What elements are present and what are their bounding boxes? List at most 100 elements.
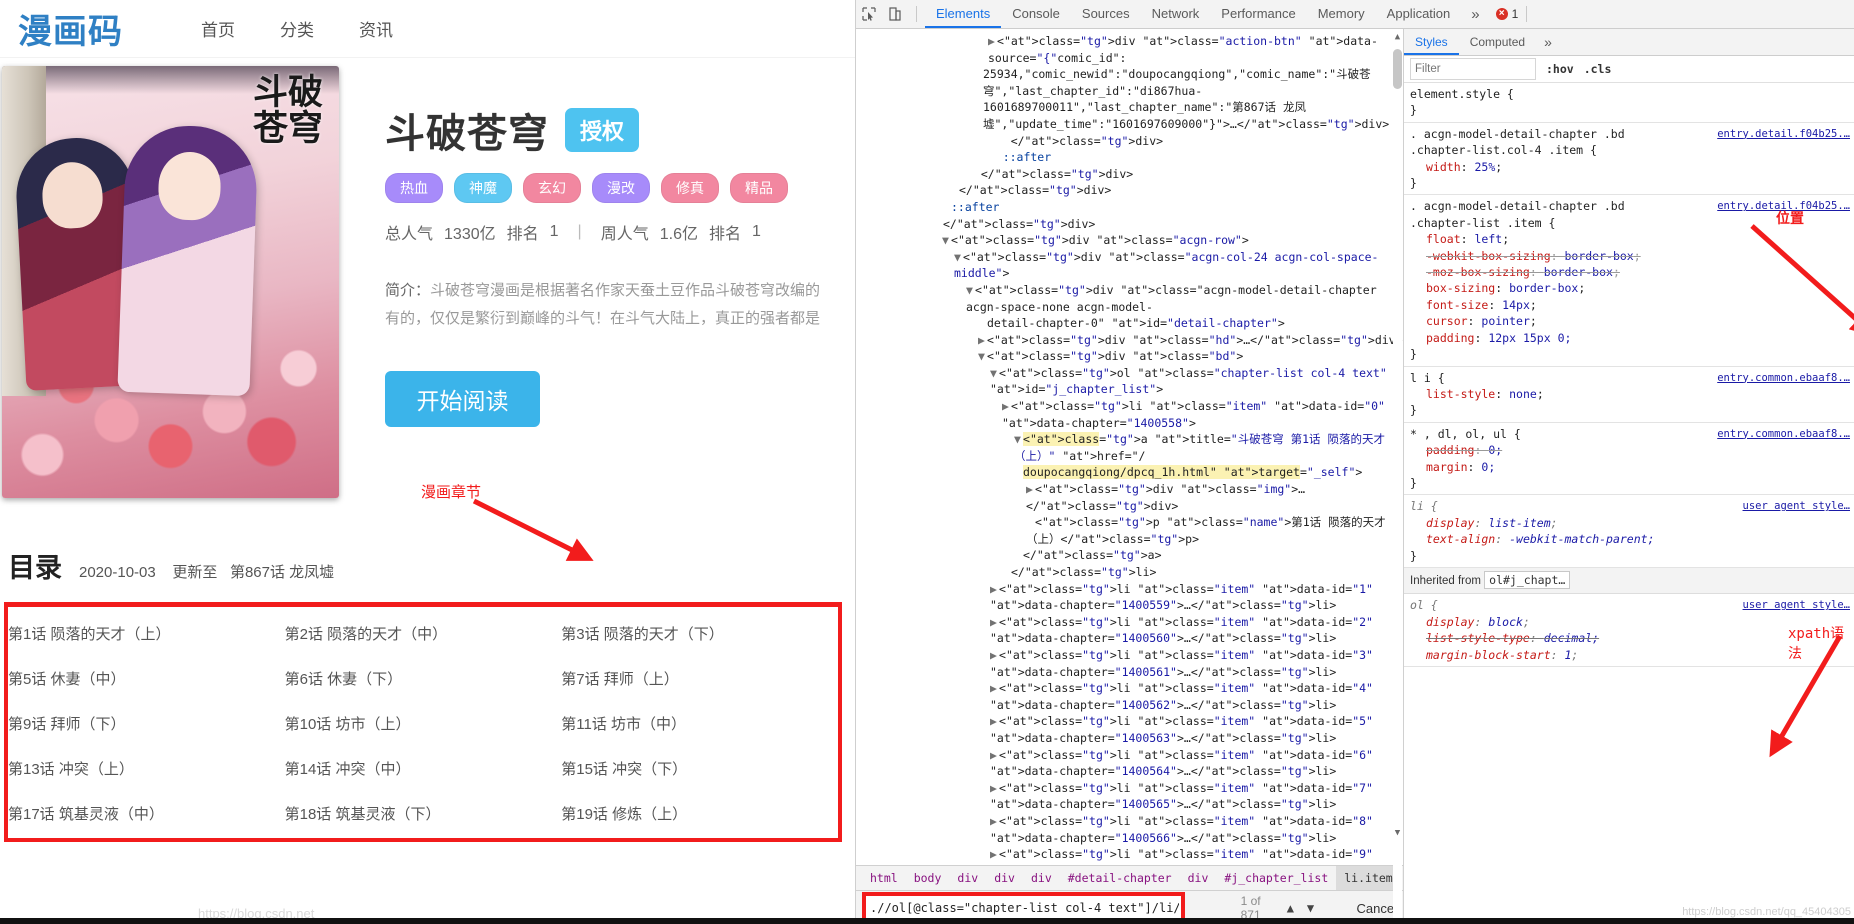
comic-cover-image[interactable]: 斗破苍穹 (2, 66, 339, 498)
more-tabs-icon[interactable]: » (1461, 6, 1489, 23)
tab-sources[interactable]: Sources (1071, 0, 1141, 28)
tab-memory[interactable]: Memory (1307, 0, 1376, 28)
cover-title-text: 斗破苍穹 (252, 73, 323, 149)
styles-more-icon[interactable]: » (1536, 34, 1560, 50)
cover-character-right (117, 123, 259, 397)
catalog-date: 2020-10-03 (79, 564, 156, 581)
breadcrumb-j_chapter_list[interactable]: #j_chapter_list (1216, 866, 1336, 890)
dom-tree[interactable]: ▶ <"at">class="tg">div "at">class="action… (856, 29, 1403, 865)
breadcrumb-detail-chapter[interactable]: #detail-chapter (1060, 866, 1180, 890)
stylesheet-source-link[interactable]: entry.common.ebaaf8.… (1717, 370, 1850, 386)
inherited-from-label: Inherited from ol#j_chapt… (1404, 567, 1854, 595)
style-rule[interactable]: entry.common.ebaaf8.… l i {list-style: no… (1404, 367, 1854, 423)
breadcrumb-div[interactable]: div (986, 866, 1023, 890)
devtools-panel: Elements Console Sources Network Perform… (855, 0, 1854, 924)
chapter-item[interactable]: 第3话 陨落的天才（下） (561, 611, 838, 656)
week-rank-label: 排名 (708, 226, 741, 243)
annotation-xpath-label: xpath语法 (1788, 626, 1845, 662)
comic-tag-2[interactable]: 神魔 (454, 173, 512, 203)
chapter-item[interactable]: 第2话 陨落的天才（中） (285, 611, 562, 656)
scroll-down-icon[interactable]: ▼ (1393, 827, 1402, 839)
total-popularity-value: 1330亿 (444, 226, 496, 243)
chapter-item[interactable]: 第5话 休妻（中） (8, 656, 285, 701)
hover-state-toggle[interactable]: :hov (1546, 62, 1574, 76)
class-toggle[interactable]: .cls (1584, 62, 1612, 76)
comic-stats: 总人气 1330亿 排名 1 | 周人气 1.6亿 排名 1 (385, 220, 820, 244)
stats-divider: | (577, 223, 582, 240)
breadcrumb-liitem[interactable]: li.item (1336, 866, 1401, 890)
stylesheet-source-link[interactable]: entry.common.ebaaf8.… (1717, 426, 1850, 442)
inspect-element-icon[interactable] (856, 1, 882, 27)
chapter-item[interactable]: 第11话 坊市（中） (561, 701, 838, 746)
xpath-search-input[interactable] (866, 896, 1181, 920)
breadcrumb: html body div div div #detail-chapter div #j_ch… (856, 865, 1403, 890)
total-rank-value: 1 (549, 223, 559, 240)
comic-tag-5[interactable]: 修真 (661, 173, 719, 203)
chapter-item[interactable]: 第15话 冲突（下） (561, 746, 838, 791)
style-rule-ol[interactable]: user agent style… ol {display: block; list… (1404, 594, 1854, 667)
device-toolbar-icon[interactable] (882, 1, 908, 27)
chapter-item[interactable]: 第17话 筑基灵液（中） (8, 791, 285, 836)
stylesheet-source-link[interactable]: entry.detail.f04b25.… (1717, 126, 1850, 142)
nav-item-home[interactable]: 首页 (201, 16, 235, 41)
style-rule[interactable]: entry.common.ebaaf8.… * , dl, ol, ul {pad… (1404, 423, 1854, 496)
tab-styles[interactable]: Styles (1404, 29, 1459, 55)
tab-computed[interactable]: Computed (1459, 29, 1536, 55)
breadcrumb-div[interactable]: div (949, 866, 986, 890)
chapter-item[interactable]: 第13话 冲突（上） (8, 746, 285, 791)
chapter-item[interactable]: 第19话 修炼（上） (561, 791, 838, 836)
comic-info: 斗破苍穹 授权 热血 神魔 玄幻 漫改 修真 精品 总人气 1330亿 排名 1 | 周人… (339, 66, 820, 498)
annotation-position-label: 位置 (1776, 211, 1804, 227)
styles-filter-input[interactable] (1410, 58, 1536, 80)
comic-tag-4[interactable]: 漫改 (592, 173, 650, 203)
nav-item-news[interactable]: 资讯 (359, 16, 393, 41)
start-reading-button[interactable]: 开始阅读 (385, 370, 540, 427)
cancel-search-button[interactable]: Cancel (1357, 901, 1397, 916)
chevron-up-icon[interactable]: ▲ (1280, 897, 1300, 919)
tab-performance[interactable]: Performance (1210, 0, 1306, 28)
week-rank-value: 1 (751, 223, 761, 240)
stylesheet-source-link[interactable]: user agent style… (1743, 597, 1850, 613)
chapter-item[interactable]: 第14话 冲突（中） (285, 746, 562, 791)
stylesheet-source-link[interactable]: user agent style… (1743, 498, 1850, 514)
tab-console[interactable]: Console (1001, 0, 1071, 28)
chapter-item[interactable]: 第7话 拜师（上） (561, 656, 838, 701)
tab-elements[interactable]: Elements (925, 0, 1002, 28)
comic-detail: 斗破苍穹 斗破苍穹 授权 热血 神魔 玄幻 漫改 修真 精品 总人气 1330亿 排名 1… (0, 58, 855, 498)
breadcrumb-div[interactable]: div (1023, 866, 1060, 890)
scroll-thumb[interactable] (1393, 49, 1402, 89)
chapter-item[interactable]: 第9话 拜师（下） (8, 701, 285, 746)
catalog-meta: 2020-10-03 更新至 第867话 龙凤墟 (79, 561, 334, 582)
error-count: 1 (1511, 7, 1519, 21)
style-rule[interactable]: user agent style… li {display: list-item;… (1404, 495, 1854, 568)
comic-tag-6[interactable]: 精品 (730, 173, 788, 203)
tab-network[interactable]: Network (1141, 0, 1211, 28)
comic-title-row: 斗破苍穹 授权 (385, 101, 820, 159)
comic-tag-1[interactable]: 热血 (385, 173, 443, 203)
site-header: 漫画码 首页 分类 资讯 (0, 0, 855, 58)
chapter-item[interactable]: 第18话 筑基灵液（下） (285, 791, 562, 836)
inherited-element-chip[interactable]: ol#j_chapt… (1484, 570, 1571, 589)
dom-scrollbar[interactable]: ▲ ▼ (1393, 31, 1402, 921)
breadcrumb-html[interactable]: html (862, 866, 906, 890)
week-popularity-value: 1.6亿 (659, 226, 698, 243)
breadcrumb-body[interactable]: body (906, 866, 950, 890)
chapter-item[interactable]: 第10话 坊市（上） (285, 701, 562, 746)
nav-item-category[interactable]: 分类 (280, 16, 314, 41)
description-line-2: 有的，仅仅是繁衍到巅峰的斗气！在斗气大陆上，真正的强者都是 (385, 309, 821, 327)
style-rule[interactable]: entry.detail.f04b25.…. acgn-model-detail… (1404, 123, 1854, 196)
catalog-title: 目录 (8, 553, 62, 584)
devtools-toolbar: Elements Console Sources Network Perform… (856, 0, 1854, 29)
comic-tag-3[interactable]: 玄幻 (523, 173, 581, 203)
style-rule[interactable]: element.style {} (1404, 83, 1854, 123)
site-logo[interactable]: 漫画码 (18, 4, 123, 53)
chevron-down-icon[interactable]: ▼ (1300, 897, 1320, 919)
comic-title: 斗破苍穹 (385, 111, 549, 157)
error-counter[interactable]: × 1 (1495, 7, 1519, 21)
styles-filter-row: :hov .cls (1404, 56, 1854, 83)
chapter-item[interactable]: 第1话 陨落的天才（上） (8, 611, 285, 656)
breadcrumb-div[interactable]: div (1180, 866, 1217, 890)
chapter-item[interactable]: 第6话 休妻（下） (285, 656, 562, 701)
tab-application[interactable]: Application (1376, 0, 1462, 28)
scroll-up-icon[interactable]: ▲ (1393, 31, 1402, 43)
